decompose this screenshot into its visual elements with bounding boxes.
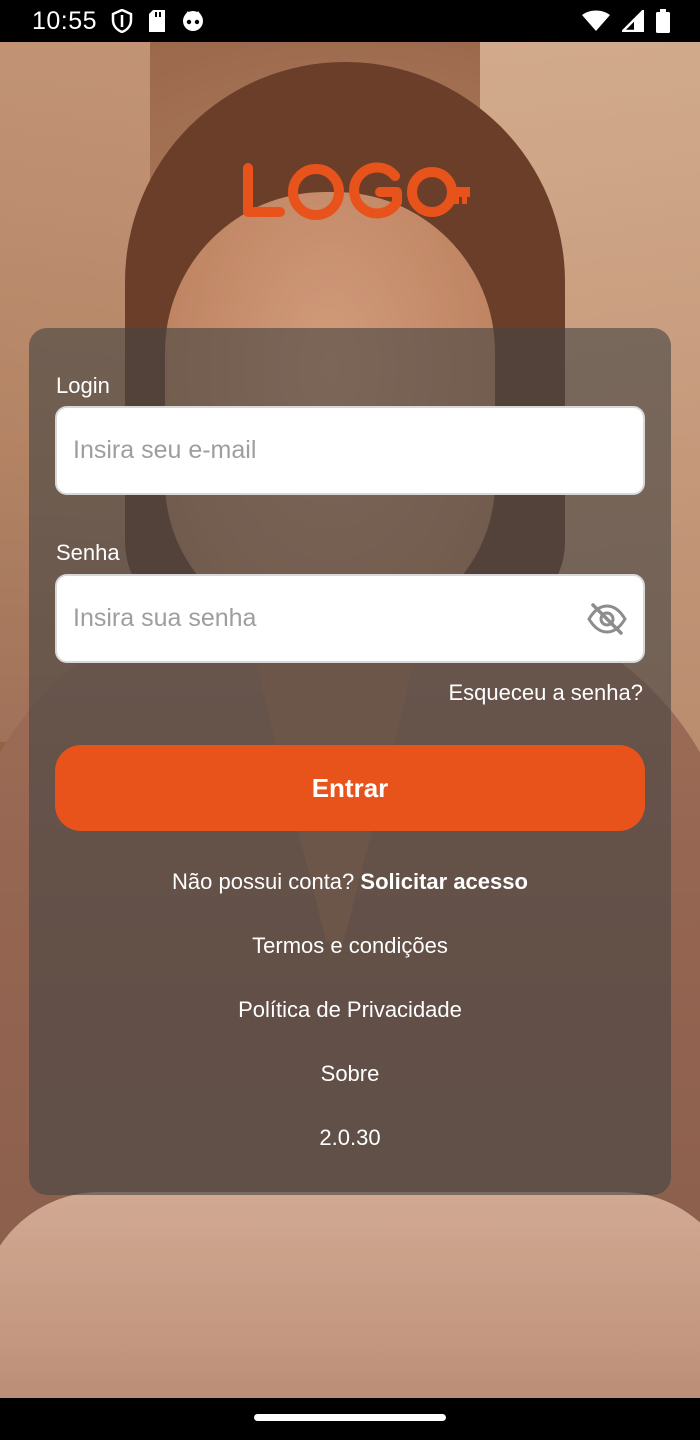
submit-label: Entrar	[311, 772, 389, 803]
login-label: Login	[56, 373, 110, 398]
forgot-password-link[interactable]: Esqueceu a senha?	[449, 680, 644, 706]
request-access-link[interactable]: Solicitar acesso	[360, 869, 528, 894]
sd-card-icon	[149, 10, 166, 32]
privacy-link[interactable]: Política de Privacidade	[29, 997, 671, 1023]
eye-off-icon[interactable]	[587, 602, 627, 635]
password-label: Senha	[56, 540, 120, 565]
login-card: Login Insira seu e-mail Senha Insira sua…	[29, 328, 671, 1195]
no-account-text: Não possui conta?	[172, 869, 355, 894]
status-left-icons	[111, 9, 205, 33]
signup-row: Não possui conta? Solicitar acesso	[29, 869, 671, 895]
about-link[interactable]: Sobre	[29, 1061, 671, 1087]
signal-icon	[622, 10, 644, 32]
status-right-icons	[582, 9, 670, 33]
app-version: 2.0.30	[319, 1125, 381, 1150]
home-gesture-handle[interactable]	[254, 1414, 446, 1421]
shield-icon	[111, 9, 133, 33]
status-time: 10:55	[32, 6, 98, 35]
status-bar: 10:55	[0, 0, 700, 42]
submit-button[interactable]: Entrar	[55, 745, 645, 831]
wifi-icon	[582, 10, 610, 31]
email-input[interactable]: Insira seu e-mail	[55, 406, 645, 495]
navigation-bar	[0, 1398, 700, 1440]
battery-icon	[656, 9, 670, 33]
email-placeholder: Insira seu e-mail	[73, 436, 257, 464]
terms-link[interactable]: Termos e condições	[29, 933, 671, 959]
password-input[interactable]: Insira sua senha	[55, 574, 645, 663]
cat-face-icon	[183, 11, 204, 31]
logo	[243, 162, 470, 220]
password-placeholder: Insira sua senha	[73, 604, 257, 632]
